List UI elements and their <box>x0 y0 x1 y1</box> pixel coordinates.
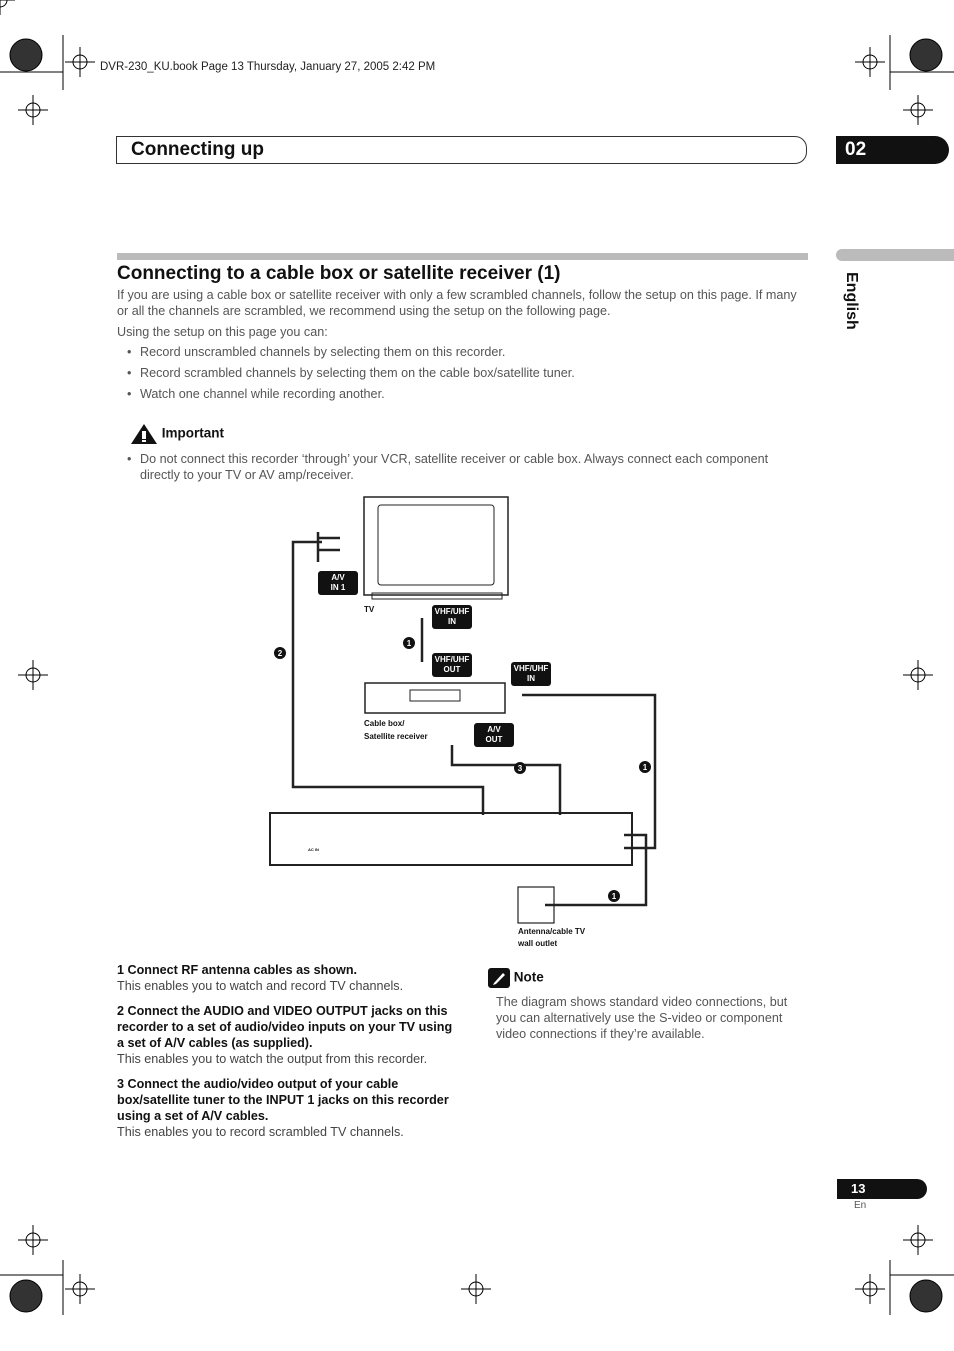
tv <box>363 496 509 596</box>
page-language: En <box>854 1200 867 1211</box>
title-rule <box>117 253 808 260</box>
step-2: 2 Connect the AUDIO and VIDEO OUTPUT jac… <box>117 1004 453 1066</box>
bullet-item: • Record unscrambled channels by selectin… <box>127 345 506 359</box>
page-number: 13 <box>837 1179 927 1199</box>
svg-text:IN 1: IN 1 <box>331 583 346 592</box>
connection-diagram: A/VIN 1 VHF/UHFIN VHF/UHFOUT VHF/UHFIN A… <box>269 496 657 948</box>
bullet-item: • Watch one channel while recording anoth… <box>127 387 385 401</box>
svg-text:VHF/UHF: VHF/UHF <box>435 655 470 664</box>
important-heading: Important <box>130 423 224 445</box>
step-3: 3 Connect the audio/video output of your… <box>117 1077 449 1139</box>
svg-text:IN: IN <box>448 617 456 626</box>
step-1: 1 Connect RF antenna cables as shown. Thi… <box>117 963 404 993</box>
svg-text:Satellite receiver: Satellite receiver <box>364 732 428 741</box>
svg-text:OUT: OUT <box>486 735 503 744</box>
svg-text:A/V: A/V <box>487 725 501 734</box>
section-header: Connecting up <box>116 136 807 164</box>
svg-text:3: 3 <box>518 764 523 773</box>
warning-icon <box>131 424 157 444</box>
svg-text:VHF/UHF: VHF/UHF <box>435 607 470 616</box>
intro-text: If you are using a cable box or satellit… <box>117 288 797 318</box>
book-info-line: DVR-230_KU.book Page 13 Thursday, Januar… <box>100 61 436 73</box>
svg-text:VHF/UHF: VHF/UHF <box>514 664 549 673</box>
svg-text:A/V: A/V <box>331 573 345 582</box>
svg-text:Antenna/cable TV: Antenna/cable TV <box>518 927 586 936</box>
side-tab <box>836 249 954 261</box>
svg-text:2: 2 <box>278 649 283 658</box>
note-heading: Note <box>488 968 544 988</box>
svg-text:Cable box/: Cable box/ <box>364 719 405 728</box>
svg-text:TV: TV <box>364 605 375 614</box>
svg-text:AC IN: AC IN <box>308 847 319 852</box>
svg-text:1: 1 <box>407 639 412 648</box>
language-tab: English <box>843 272 860 330</box>
svg-text:1: 1 <box>643 763 648 772</box>
svg-text:OUT: OUT <box>444 665 461 674</box>
svg-text:1: 1 <box>612 892 617 901</box>
page-title: Connecting to a cable box or satellite r… <box>117 263 561 284</box>
svg-text:IN: IN <box>527 674 535 683</box>
recorder <box>269 812 633 866</box>
cable-box <box>364 682 506 714</box>
bullet-item: • Record scrambled channels by selecting … <box>127 366 575 380</box>
using-text: Using the setup on this page you can: <box>117 325 328 339</box>
chapter-number: 02 <box>836 136 949 164</box>
svg-text:wall outlet: wall outlet <box>517 939 557 948</box>
important-bullet: • Do not connect this recorder ‘through’ … <box>127 452 769 482</box>
note-text: The diagram shows standard video connect… <box>496 995 788 1041</box>
note-pencil-icon <box>488 968 510 988</box>
